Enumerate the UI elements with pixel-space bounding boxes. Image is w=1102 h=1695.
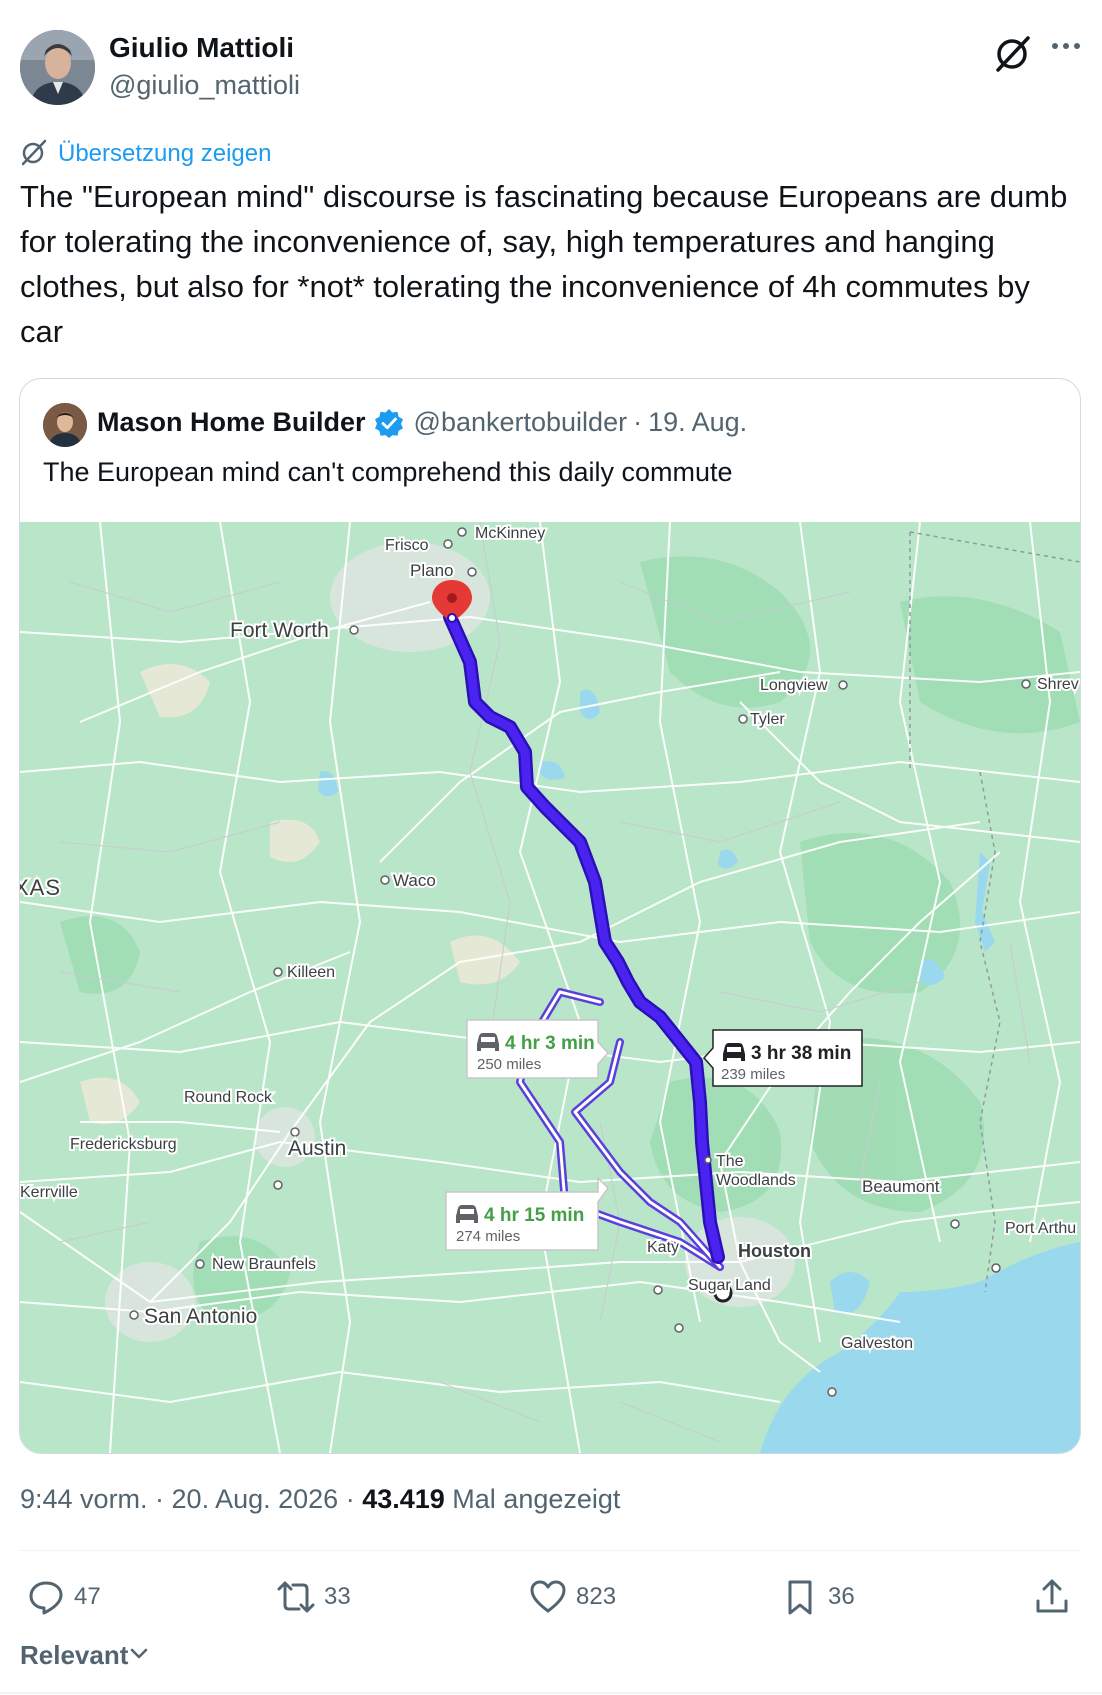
author-name[interactable]: Giulio Mattioli	[109, 32, 294, 64]
divider	[20, 1550, 1080, 1551]
map-label-fredericksburg: Fredericksburg	[70, 1136, 177, 1153]
map-label-san-antonio: San Antonio	[144, 1305, 257, 1328]
map-label-new-braunfels: New Braunfels	[212, 1256, 316, 1273]
route-box-alt-1: 4 hr 3 min 250 miles	[466, 1019, 610, 1079]
route-time-selected: 3 hr 38 min	[751, 1043, 851, 1064]
map-label-round-rock: Round Rock	[184, 1089, 273, 1106]
map-label-frisco: Frisco	[385, 537, 429, 554]
reply-count: 47	[74, 1583, 101, 1610]
divider	[0, 1692, 1102, 1694]
map-label-the-woodlands-1: The	[716, 1153, 744, 1170]
heart-icon	[530, 1580, 566, 1613]
map-label-katy: Katy	[647, 1239, 679, 1256]
map-label-port-arthur: Port Arthu	[1005, 1220, 1076, 1237]
map-label-galveston: Galveston	[841, 1335, 913, 1352]
map-label-mckinney: McKinney	[475, 525, 545, 542]
translate-icon	[20, 138, 48, 171]
show-translation-label: Übersetzung zeigen	[58, 140, 272, 167]
replies-sort-dropdown[interactable]: Relevant	[20, 1640, 150, 1671]
map-label-waco: Waco	[393, 871, 436, 890]
repost-count: 33	[324, 1583, 351, 1610]
map-label-the-woodlands-2: Woodlands	[716, 1172, 796, 1189]
bookmark-count: 36	[828, 1583, 855, 1610]
map-label-sugar-land: Sugar Land	[688, 1277, 771, 1294]
header-separator: ·	[633, 407, 643, 437]
route-distance-alt-2: 274 miles	[456, 1228, 520, 1245]
share-icon	[1036, 1579, 1068, 1613]
quoted-date: 19. Aug.	[648, 407, 748, 437]
post-metadata: 9:44 vorm. · 20. Aug. 2026 · 43.419 Mal …	[20, 1484, 620, 1515]
map-label-kerrville: Kerrville	[20, 1184, 78, 1201]
like-count: 823	[576, 1583, 617, 1610]
verified-badge-icon	[374, 408, 404, 438]
map-label-shreveport: Shrev	[1037, 676, 1079, 693]
reply-icon	[29, 1581, 63, 1615]
show-translation-link[interactable]: Übersetzung zeigen	[20, 138, 271, 170]
map-label-longview: Longview	[760, 677, 828, 694]
map-label-texas: XAS	[20, 875, 61, 900]
route-map-image[interactable]: McKinney Frisco Plano Fort Worth Longvie…	[20, 522, 1080, 1453]
quoted-tweet-card[interactable]: Mason Home Builder @bankertobuilder · 19…	[19, 378, 1081, 1454]
route-distance-alt-1: 250 miles	[477, 1056, 541, 1073]
view-count-label: Mal angezeigt	[444, 1484, 621, 1514]
map-label-houston: Houston	[738, 1241, 811, 1261]
reply-button[interactable]: 47	[26, 1572, 101, 1622]
like-button[interactable]: 823	[528, 1572, 616, 1622]
more-options-icon[interactable]	[1046, 30, 1086, 70]
bookmark-button[interactable]: 36	[780, 1572, 855, 1622]
quoted-author-handle: @bankertobuilder	[413, 407, 628, 437]
grok-icon[interactable]	[990, 30, 1036, 76]
map-label-fort-worth: Fort Worth	[230, 619, 329, 642]
bookmark-icon	[788, 1580, 812, 1615]
quoted-tweet-text: The European mind can't comprehend this …	[43, 457, 733, 487]
repost-icon	[277, 1581, 315, 1613]
route-time-alt-1: 4 hr 3 min	[505, 1033, 595, 1054]
map-label-plano: Plano	[410, 561, 453, 580]
route-time-alt-2: 4 hr 15 min	[484, 1205, 584, 1226]
view-count: 43.419	[362, 1484, 445, 1514]
map-label-killeen: Killeen	[287, 964, 335, 981]
sort-label: Relevant	[20, 1640, 129, 1670]
tweet-text: The "European mind" discourse is fascina…	[20, 179, 1068, 349]
route-box-selected: 3 hr 38 min 239 miles	[702, 1029, 863, 1087]
map-label-beaumont: Beaumont	[862, 1177, 940, 1196]
map-label-austin: Austin	[288, 1137, 346, 1160]
author-handle[interactable]: @giulio_mattioli	[109, 70, 300, 101]
chevron-down-icon	[128, 1642, 150, 1669]
quoted-author-avatar	[43, 403, 87, 447]
quoted-author-name: Mason Home Builder	[97, 407, 366, 437]
route-distance-selected: 239 miles	[721, 1066, 785, 1083]
repost-button[interactable]: 33	[276, 1572, 351, 1622]
post-timestamp[interactable]: 9:44 vorm. · 20. Aug. 2026 ·	[20, 1484, 362, 1514]
author-avatar[interactable]	[20, 30, 95, 105]
map-label-tyler: Tyler	[750, 711, 785, 728]
share-button[interactable]	[1032, 1572, 1072, 1622]
